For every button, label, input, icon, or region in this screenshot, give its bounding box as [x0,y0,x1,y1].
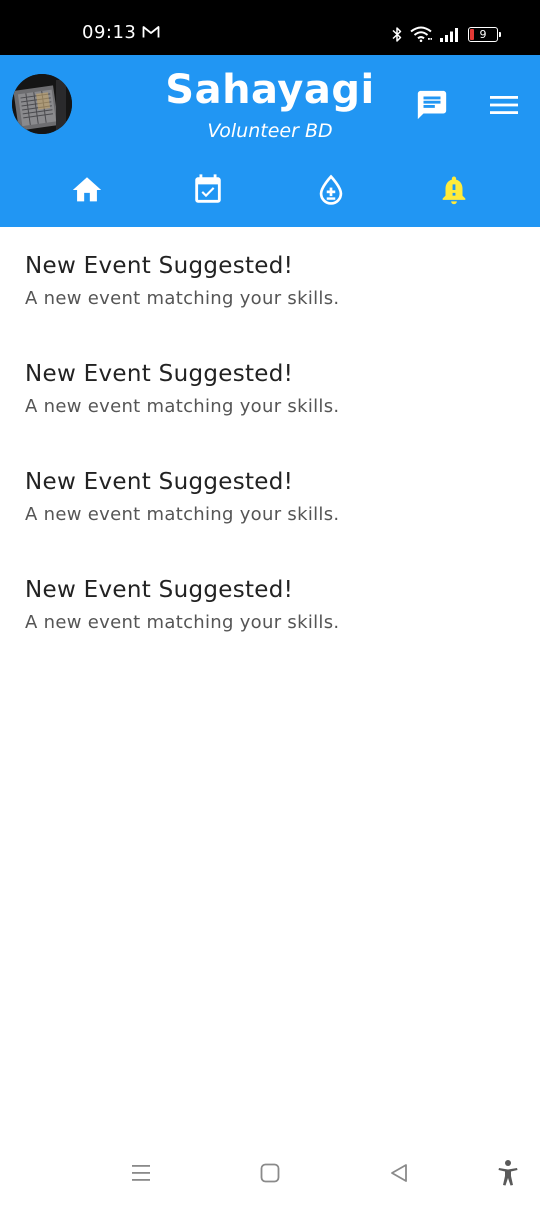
notification-item[interactable]: New Event Suggested! A new event matchin… [0,443,540,533]
tab-home[interactable] [65,169,109,211]
notification-body: A new event matching your skills. [25,504,340,525]
home-square-icon [260,1163,280,1183]
signal-icon [440,27,458,42]
status-time: 09:13 [82,22,137,43]
calendar-check-icon [195,174,221,203]
notification-title: New Event Suggested! [25,469,294,495]
app-title: Sahayagi [165,67,375,113]
notification-body: A new event matching your skills. [25,396,340,417]
battery-level: 9 [479,27,487,41]
hamburger-menu-icon [490,96,518,114]
accessibility-icon [498,1160,518,1186]
notification-title: New Event Suggested! [25,361,294,387]
mail-icon [142,26,160,38]
notification-item[interactable]: New Event Suggested! A new event matchin… [0,335,540,425]
battery-icon: 9 [468,26,501,42]
recents-button[interactable] [126,1158,156,1188]
notification-body: A new event matching your skills. [25,612,340,633]
tab-bar [0,169,540,211]
app-header: Sahayagi Volunteer BD [0,55,540,227]
tab-events[interactable] [186,169,230,211]
notification-item[interactable]: New Event Suggested! A new event matchin… [0,227,540,317]
bluetooth-icon [392,26,402,42]
system-navigation-bar [0,1146,540,1206]
blood-drop-plus-icon [319,174,343,205]
app-subtitle: Volunteer BD [207,120,333,142]
notification-title: New Event Suggested! [25,253,294,279]
accessibility-button[interactable] [493,1158,523,1188]
home-nav-button[interactable] [255,1158,285,1188]
tab-blood-donation[interactable] [309,169,353,211]
screen: 09:13 9 Sahayagi Volunteer BD New Event … [0,0,540,1206]
wifi-icon [410,26,432,42]
chat-icon [417,90,447,120]
menu-button[interactable] [484,85,524,125]
recents-icon [132,1165,150,1181]
status-bar: 09:13 9 [0,0,540,55]
status-icons: 9 [392,24,501,44]
notification-body: A new event matching your skills. [25,288,340,309]
tab-notifications[interactable] [432,169,476,211]
home-icon [72,177,102,202]
back-triangle-icon [391,1164,407,1182]
notification-item[interactable]: New Event Suggested! A new event matchin… [0,551,540,641]
back-button[interactable] [384,1158,414,1188]
chat-button[interactable] [412,85,452,125]
bell-alert-icon [442,176,466,205]
notification-title: New Event Suggested! [25,577,294,603]
